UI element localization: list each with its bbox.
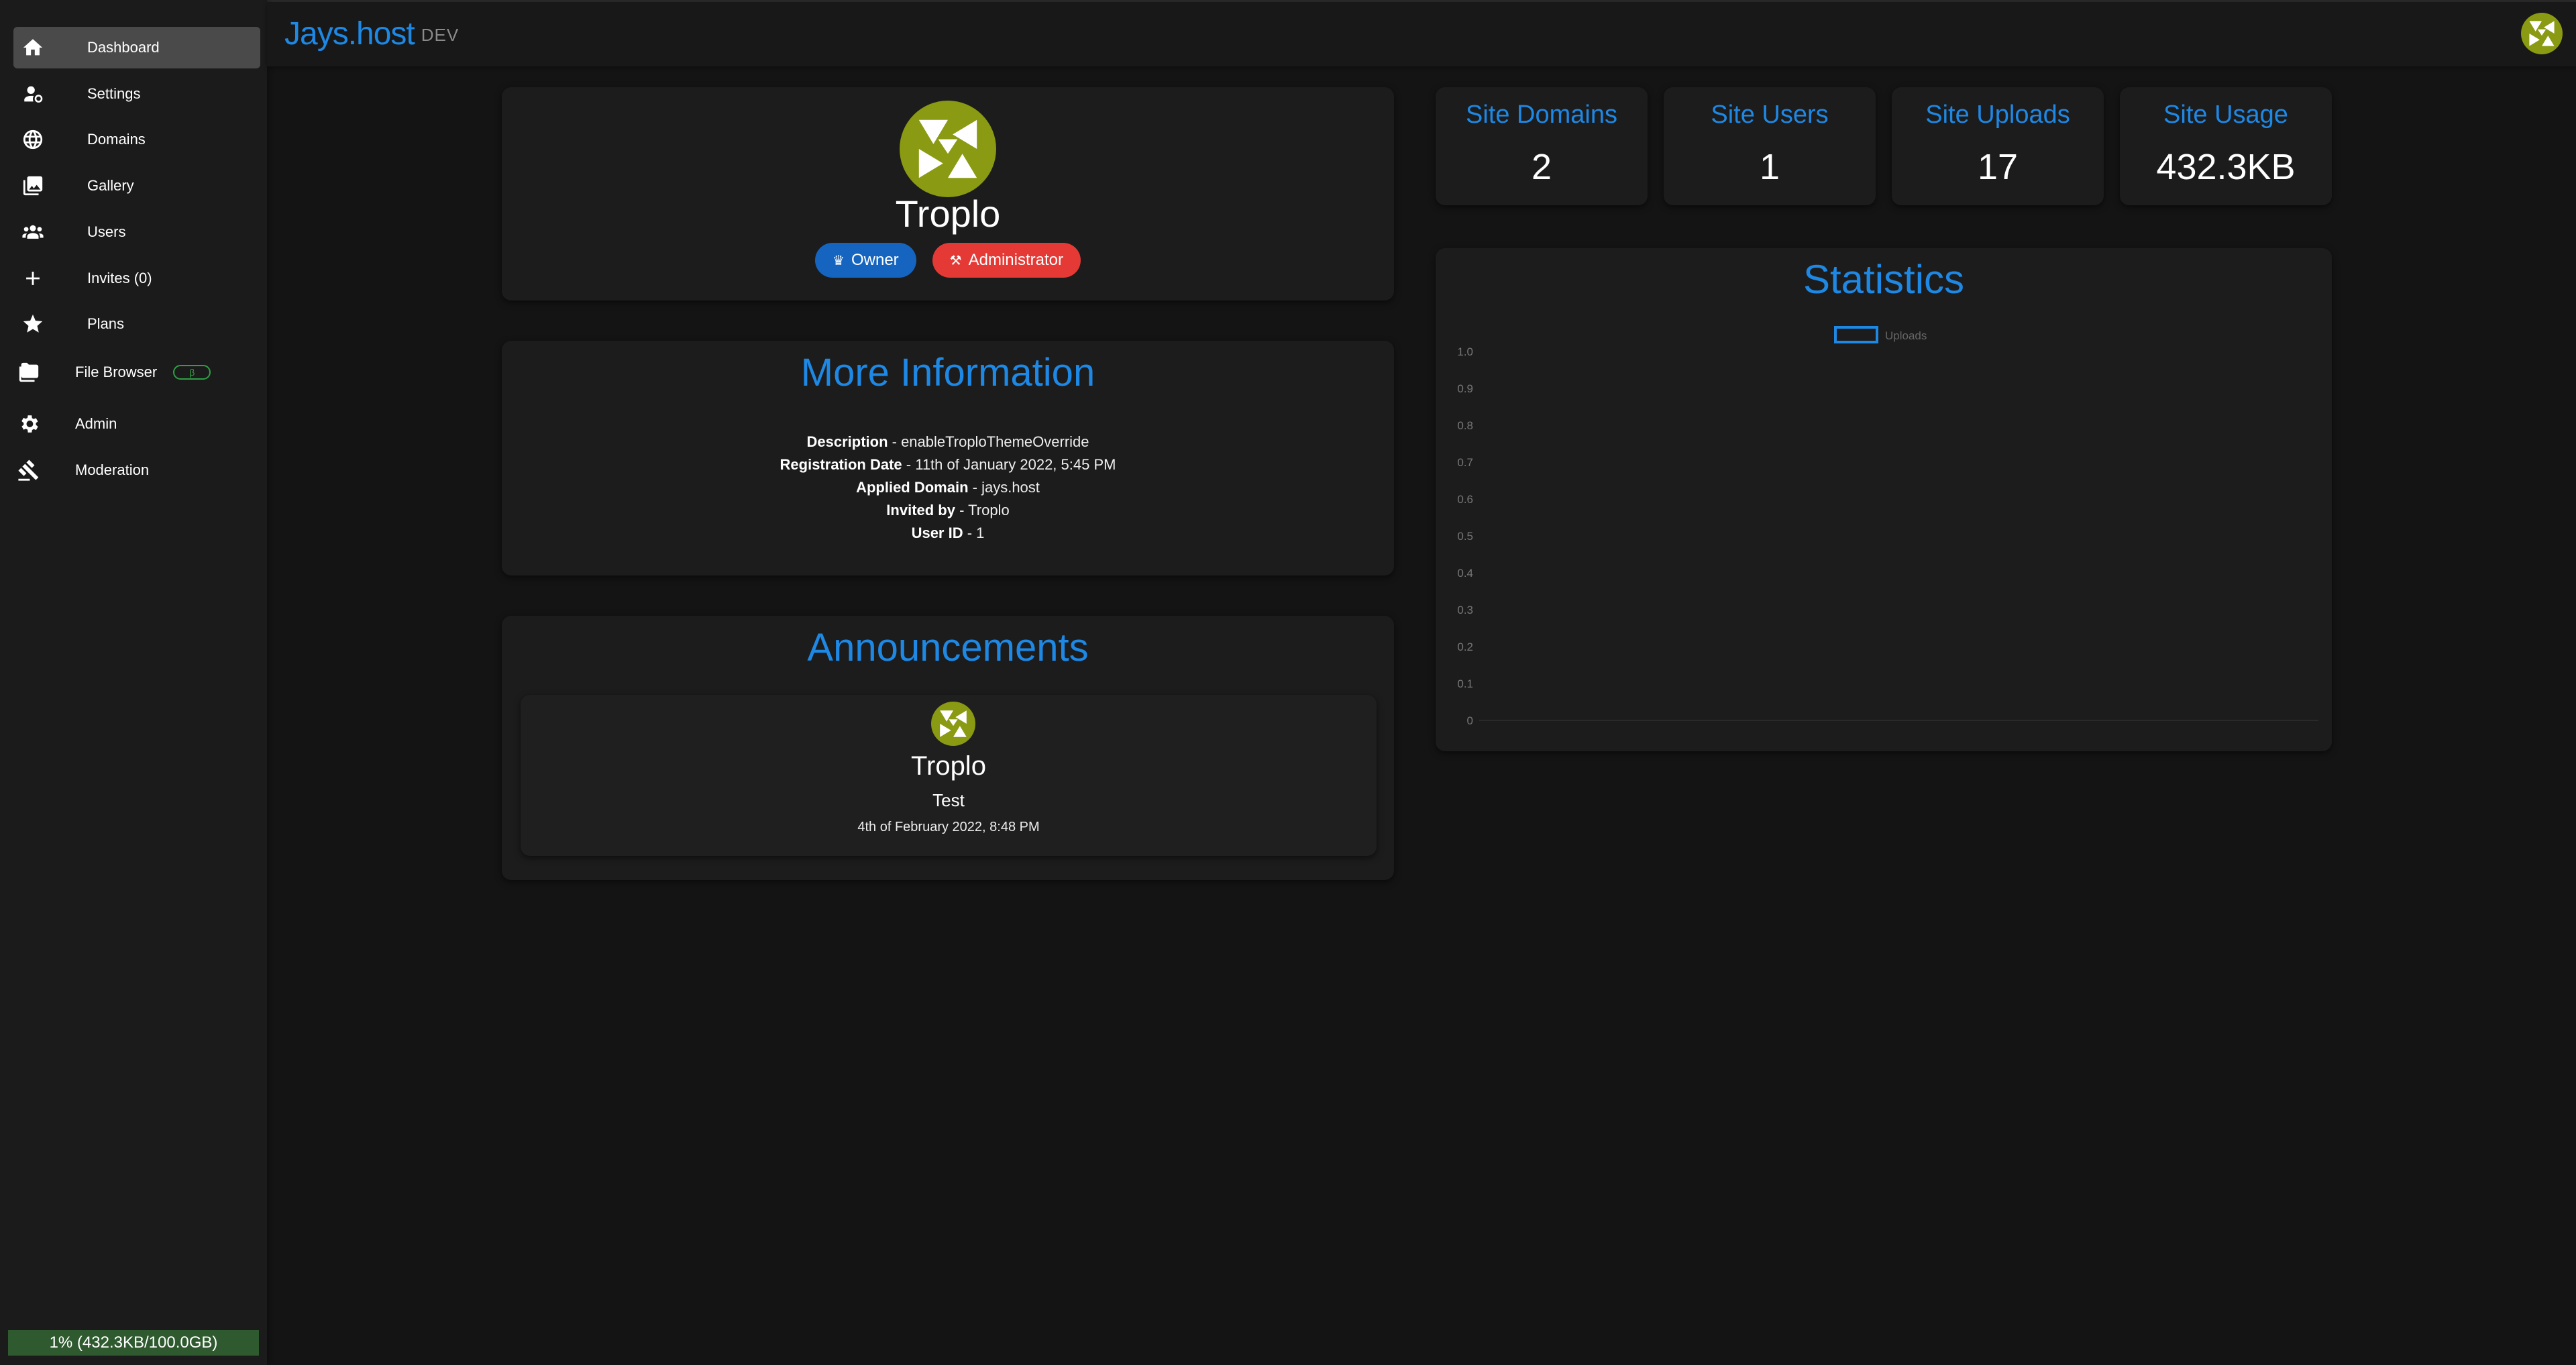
profile-card: Troplo ♛ Owner ⚒ Administrator [502, 87, 1394, 301]
sidebar-item-label: Domains [87, 131, 146, 148]
info-registration-date: Registration Date - 11th of January 2022… [502, 456, 1394, 474]
info-applied-domain: Applied Domain - jays.host [502, 479, 1394, 496]
gallery-icon [13, 174, 87, 197]
administrator-badge-label: Administrator [968, 251, 1063, 269]
sidebar-item-label: Moderation [75, 461, 150, 478]
more-information-card: More Information Description - enableTro… [502, 341, 1394, 576]
brand-name: Jays.host [284, 16, 415, 52]
announcement-author-avatar [931, 702, 975, 746]
stat-title: Site Usage [2163, 101, 2288, 129]
info-user-id: User ID - 1 [502, 525, 1394, 542]
sidebar-item-label: Plans [87, 315, 125, 332]
info-label: Registration Date [780, 456, 902, 473]
y-tick-label: 0.2 [1457, 641, 1473, 653]
gear-icon [9, 413, 75, 435]
home-icon [13, 36, 87, 59]
announcement-body: Test [932, 790, 965, 810]
env-label: DEV [421, 25, 460, 45]
star-icon [13, 313, 87, 335]
y-tick-label: 0.4 [1457, 567, 1473, 580]
legend-swatch-uploads[interactable] [1834, 326, 1878, 343]
stat-value: 432.3KB [2156, 147, 2296, 187]
stat-value: 2 [1531, 147, 1552, 187]
owner-badge: ♛ Owner [815, 243, 916, 278]
info-description: Description - enableTroploThemeOverride [502, 433, 1394, 451]
announcements-card: Announcements Troplo Test 4th of Februar… [502, 616, 1394, 880]
sidebar-item-plans[interactable]: Plans [13, 303, 260, 345]
announcement-date: 4th of February 2022, 8:48 PM [857, 820, 1040, 834]
stat-title: Site Domains [1466, 101, 1617, 129]
y-tick-label: 1.0 [1457, 345, 1473, 358]
info-value: - Troplo [955, 502, 1010, 518]
sidebar-item-label: Dashboard [87, 39, 160, 56]
section-title: Announcements [807, 626, 1089, 669]
sidebar-item-moderation[interactable]: Moderation [9, 449, 256, 491]
sidebar-item-admin[interactable]: Admin [9, 403, 256, 445]
y-tick-label: 0.5 [1457, 530, 1473, 543]
beta-badge: β [173, 365, 211, 380]
sidebar-item-label: Invites (0) [87, 270, 152, 286]
section-title: More Information [800, 351, 1095, 394]
info-label: Invited by [886, 502, 955, 518]
sidebar-item-label: File Browser [75, 364, 158, 380]
uploads-chart: Uploads 1.0 0.9 0.8 0.7 0.6 0.5 0.4 0.3 0.2 0.1 0 [1457, 326, 2318, 727]
role-badges: ♛ Owner ⚒ Administrator [502, 243, 1394, 278]
gavel-icon [9, 459, 75, 482]
crown-icon: ♛ [833, 253, 845, 268]
legend-label-uploads: Uploads [1885, 329, 1927, 342]
stat-value: 1 [1759, 147, 1780, 187]
sidebar-item-gallery[interactable]: Gallery [13, 165, 260, 207]
info-value: - jays.host [968, 479, 1040, 496]
y-tick-label: 0.9 [1457, 382, 1473, 395]
stat-card-site-usage: Site Usage 432.3KB [2120, 87, 2332, 205]
brand-logo[interactable]: Jays.host DEV [284, 15, 459, 52]
y-tick-label: 0.3 [1457, 604, 1473, 616]
sidebar-item-settings[interactable]: Settings [13, 73, 260, 115]
info-value: - 11th of January 2022, 5:45 PM [902, 456, 1116, 473]
users-icon [13, 221, 87, 243]
sidebar: Dashboard Settings Domains Gallery Users… [0, 0, 267, 1365]
info-label: Applied Domain [856, 479, 969, 496]
info-invited-by: Invited by - Troplo [502, 502, 1394, 519]
storage-usage-bar: 1% (432.3KB/100.0GB) [8, 1330, 259, 1356]
info-value: - 1 [963, 525, 985, 541]
user-settings-icon [13, 83, 87, 105]
sidebar-item-label: Settings [87, 85, 141, 102]
folder-icon [9, 361, 75, 384]
plus-icon [13, 267, 87, 290]
profile-name: Troplo [895, 193, 1001, 235]
y-tick-label: 0.8 [1457, 419, 1473, 432]
stat-card-site-uploads: Site Uploads 17 [1892, 87, 2104, 205]
y-tick-label: 0.1 [1457, 677, 1473, 690]
statistics-card: Statistics Uploads 1.0 0.9 0.8 0.7 0.6 0.5 0.4 0… [1436, 248, 2332, 751]
sidebar-item-label: Users [87, 223, 126, 240]
stat-card-site-domains: Site Domains 2 [1436, 87, 1648, 205]
owner-badge-label: Owner [851, 251, 899, 269]
administrator-badge: ⚒ Administrator [932, 243, 1081, 278]
stat-value: 17 [1977, 147, 2019, 187]
sidebar-item-domains[interactable]: Domains [13, 119, 260, 160]
info-value: - enableTroploThemeOverride [888, 433, 1089, 450]
gavel-icon: ⚒ [949, 253, 962, 268]
info-label: Description [806, 433, 888, 450]
user-avatar[interactable] [2521, 13, 2563, 54]
y-tick-label: 0.6 [1457, 493, 1473, 506]
sidebar-item-invites[interactable]: Invites (0) [13, 258, 260, 299]
stat-card-site-users: Site Users 1 [1664, 87, 1876, 205]
announcement-author: Troplo [911, 751, 986, 781]
profile-avatar [900, 101, 996, 197]
y-tick-label: 0.7 [1457, 456, 1473, 469]
sidebar-item-label: Admin [75, 415, 117, 432]
info-label: User ID [911, 525, 963, 541]
stat-title: Site Users [1711, 101, 1829, 129]
y-tick-label: 0 [1467, 714, 1473, 727]
sidebar-item-dashboard[interactable]: Dashboard [13, 27, 260, 68]
announcement-item: Troplo Test 4th of February 2022, 8:48 P… [521, 695, 1377, 856]
sidebar-item-label: Gallery [87, 177, 134, 194]
sidebar-item-users[interactable]: Users [13, 211, 260, 253]
sidebar-item-file-browser[interactable]: File Browser β [9, 351, 256, 393]
globe-icon [13, 128, 87, 151]
stat-title: Site Uploads [1925, 101, 2070, 129]
app-header: Jays.host DEV [267, 2, 2576, 66]
